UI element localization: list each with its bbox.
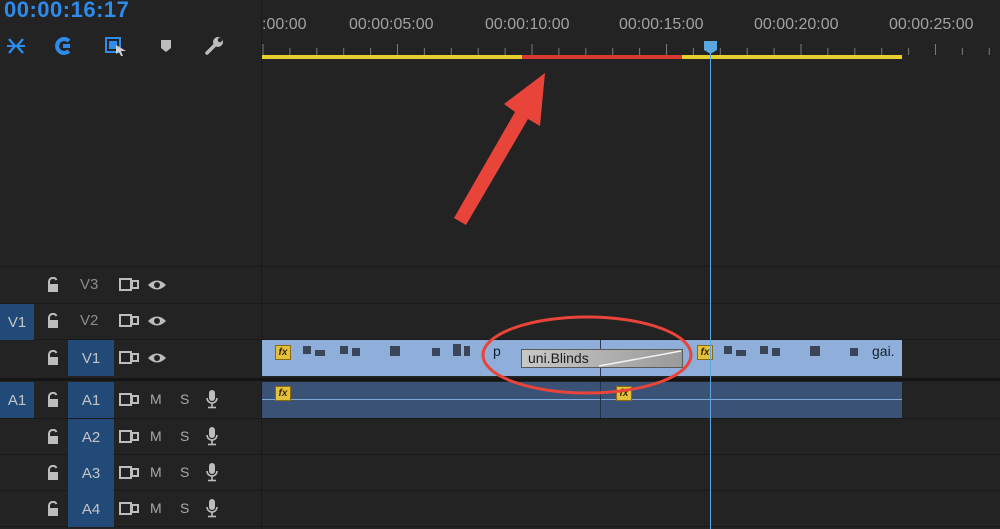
annotation-arrow bbox=[454, 73, 545, 225]
annotation-overlay bbox=[454, 73, 693, 395]
annotation-ellipse bbox=[481, 315, 693, 395]
